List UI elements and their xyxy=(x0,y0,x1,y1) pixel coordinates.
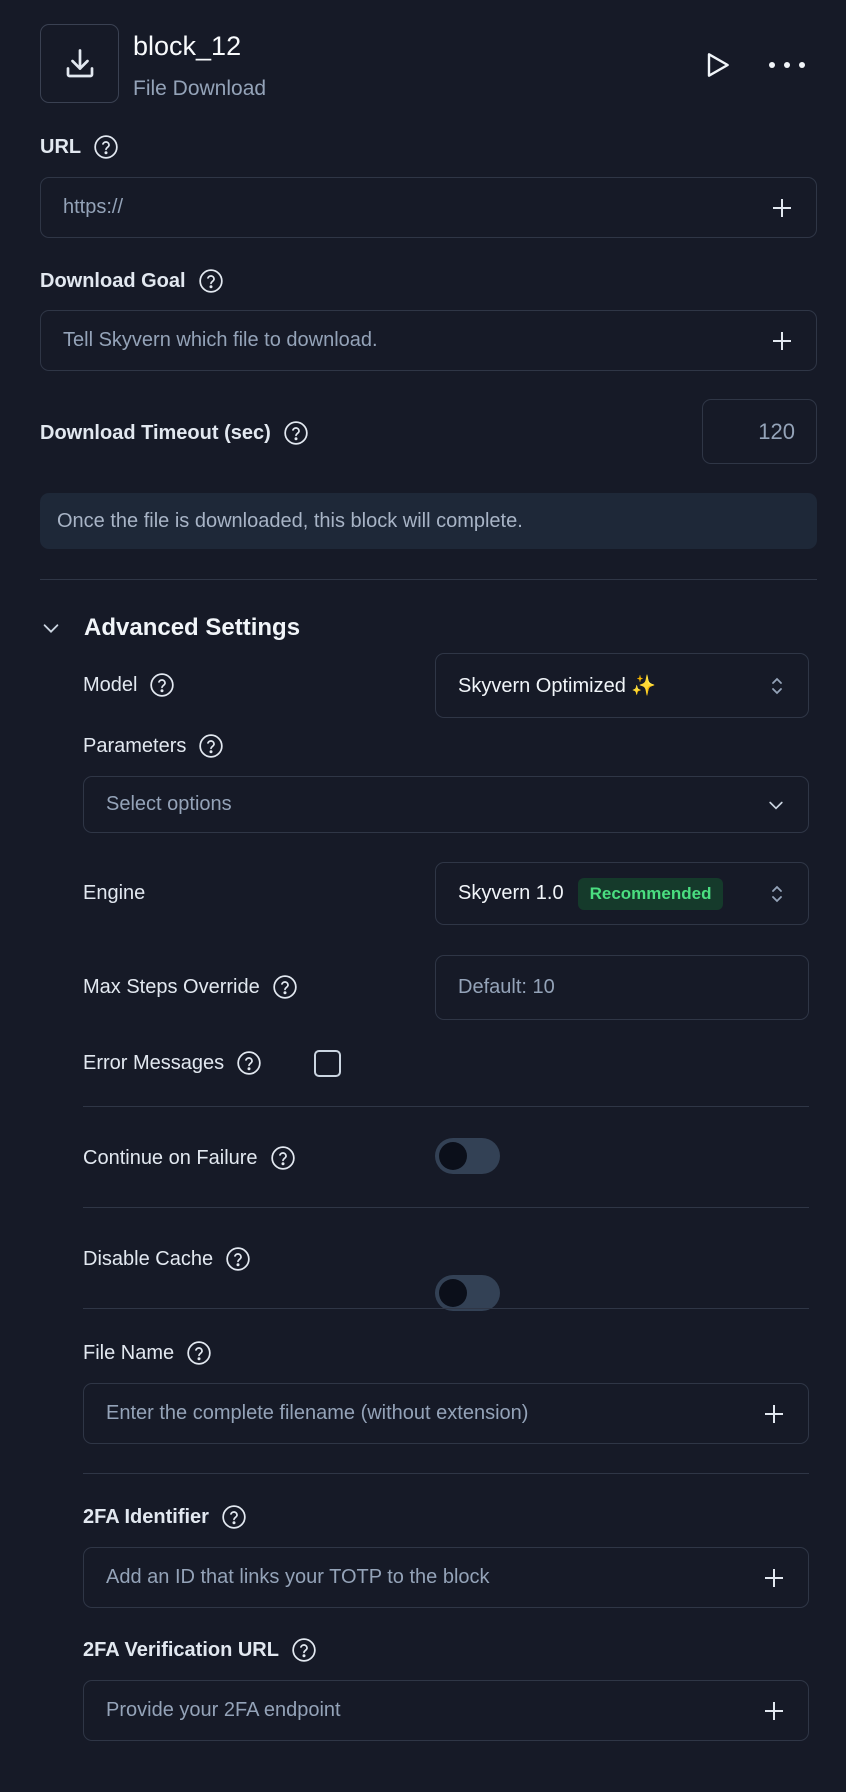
plus-icon[interactable] xyxy=(770,329,794,353)
twofa-url-input[interactable]: Provide your 2FA endpoint xyxy=(83,1680,809,1741)
plus-icon[interactable] xyxy=(762,1699,786,1723)
help-icon[interactable] xyxy=(291,1637,317,1663)
divider xyxy=(83,1207,809,1208)
chevron-up-down-icon xyxy=(772,885,782,902)
plus-icon[interactable] xyxy=(762,1566,786,1590)
help-icon[interactable] xyxy=(225,1246,251,1272)
help-icon[interactable] xyxy=(186,1340,212,1366)
twofa-identifier-input[interactable]: Add an ID that links your TOTP to the bl… xyxy=(83,1547,809,1608)
model-value: Skyvern Optimized ✨ xyxy=(458,675,657,697)
twofa-url-label: 2FA Verification URL xyxy=(83,1638,279,1661)
file-name-input[interactable]: Enter the complete filename (without ext… xyxy=(83,1383,809,1444)
continue-on-failure-label: Continue on Failure xyxy=(83,1146,258,1169)
play-icon xyxy=(707,53,729,77)
chevron-down-icon xyxy=(769,801,783,810)
more-icon xyxy=(769,62,805,68)
help-icon[interactable] xyxy=(149,672,175,698)
continue-on-failure-label-row: Continue on Failure xyxy=(83,1145,296,1171)
engine-value: Skyvern 1.0 xyxy=(458,882,564,904)
disable-cache-label: Disable Cache xyxy=(83,1247,214,1270)
chevron-down-icon xyxy=(43,624,59,633)
help-icon[interactable] xyxy=(198,268,224,294)
advanced-settings-title: Advanced Settings xyxy=(84,614,301,641)
help-icon[interactable] xyxy=(272,974,298,1000)
disable-cache-toggle[interactable] xyxy=(435,1275,500,1311)
run-button[interactable] xyxy=(700,48,734,82)
model-label-row: Model xyxy=(83,672,175,698)
twofa-identifier-label-row: 2FA Identifier xyxy=(83,1504,247,1530)
parameters-label: Parameters xyxy=(83,734,187,757)
error-messages-checkbox[interactable] xyxy=(314,1050,341,1077)
toggle-knob xyxy=(439,1279,467,1307)
file-name-label: File Name xyxy=(83,1341,175,1364)
more-options-button[interactable] xyxy=(762,50,812,80)
help-icon[interactable] xyxy=(221,1504,247,1530)
block-subtitle: File Download xyxy=(133,77,267,100)
engine-label-row: Engine xyxy=(83,882,145,905)
download-goal-placeholder: Tell Skyvern which file to download. xyxy=(63,329,378,351)
twofa-identifier-placeholder: Add an ID that links your TOTP to the bl… xyxy=(106,1566,490,1588)
block-title[interactable]: block_12 xyxy=(133,31,241,62)
download-goal-input[interactable]: Tell Skyvern which file to download. xyxy=(40,310,817,371)
url-input[interactable]: https:// xyxy=(40,177,817,238)
parameters-placeholder: Select options xyxy=(106,793,232,815)
plus-icon[interactable] xyxy=(770,196,794,220)
download-icon xyxy=(66,48,93,77)
advanced-settings-toggle[interactable]: Advanced Settings xyxy=(40,614,300,642)
max-steps-label-row: Max Steps Override xyxy=(83,974,298,1000)
twofa-identifier-label: 2FA Identifier xyxy=(83,1505,209,1528)
file-name-label-row: File Name xyxy=(83,1340,212,1366)
engine-label: Engine xyxy=(83,882,146,904)
continue-on-failure-toggle[interactable] xyxy=(435,1138,500,1174)
error-messages-label: Error Messages xyxy=(83,1051,225,1074)
divider xyxy=(83,1473,809,1474)
toggle-knob xyxy=(439,1142,467,1170)
help-icon[interactable] xyxy=(283,420,309,446)
max-steps-input[interactable]: Default: 10 xyxy=(435,955,809,1020)
url-label: URL xyxy=(40,135,82,158)
info-banner: Once the file is downloaded, this block … xyxy=(40,493,817,549)
download-timeout-label: Download Timeout (sec) xyxy=(40,421,271,444)
download-timeout-value: 120 xyxy=(758,418,795,444)
twofa-url-label-row: 2FA Verification URL xyxy=(83,1637,317,1663)
model-label: Model xyxy=(83,673,138,696)
help-icon[interactable] xyxy=(93,134,119,160)
download-goal-label: Download Goal xyxy=(40,269,186,292)
help-icon[interactable] xyxy=(198,733,224,759)
error-messages-label-row: Error Messages xyxy=(83,1050,262,1076)
info-text: Once the file is downloaded, this block … xyxy=(57,509,523,532)
disable-cache-label-row: Disable Cache xyxy=(83,1246,251,1272)
parameters-select[interactable]: Select options xyxy=(83,776,809,833)
engine-value-group: Skyvern 1.0 Recommended xyxy=(458,877,724,910)
help-icon[interactable] xyxy=(270,1145,296,1171)
twofa-url-placeholder: Provide your 2FA endpoint xyxy=(106,1699,341,1721)
url-label-row: URL xyxy=(40,134,119,160)
recommended-badge: Recommended xyxy=(577,877,724,910)
parameters-label-row: Parameters xyxy=(83,733,224,759)
download-timeout-label-row: Download Timeout (sec) xyxy=(40,420,309,446)
engine-select[interactable]: Skyvern 1.0 Recommended xyxy=(435,862,809,925)
divider xyxy=(83,1106,809,1107)
chevron-up-down-icon xyxy=(772,677,782,694)
file-name-placeholder: Enter the complete filename (without ext… xyxy=(106,1402,529,1424)
download-timeout-input[interactable]: 120 xyxy=(702,399,817,464)
max-steps-placeholder: Default: 10 xyxy=(458,976,555,998)
divider xyxy=(83,1308,809,1309)
help-icon[interactable] xyxy=(236,1050,262,1076)
download-goal-label-row: Download Goal xyxy=(40,268,224,294)
model-select[interactable]: Skyvern Optimized ✨ xyxy=(435,653,809,718)
divider xyxy=(40,579,817,580)
url-placeholder: https:// xyxy=(63,196,124,218)
block-type-icon-box xyxy=(40,24,119,103)
plus-icon[interactable] xyxy=(762,1402,786,1426)
max-steps-label: Max Steps Override xyxy=(83,975,260,998)
